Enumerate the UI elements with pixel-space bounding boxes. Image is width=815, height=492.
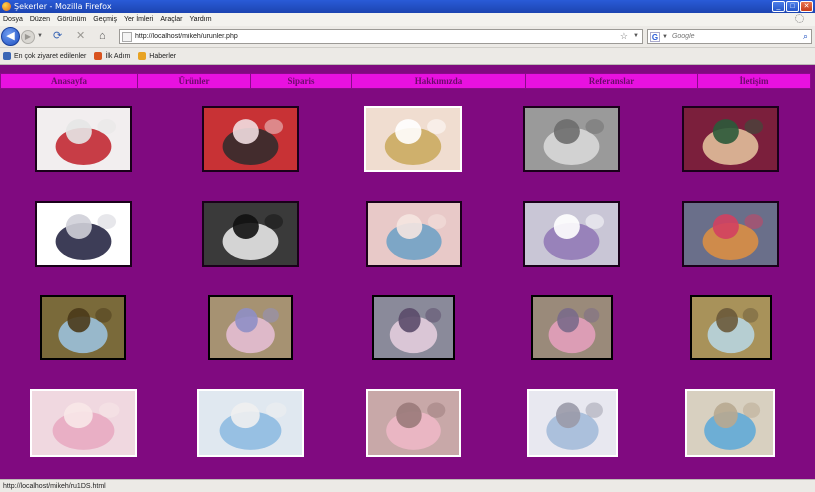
bookmark-folder-icon: [3, 52, 11, 60]
product-photo: [529, 391, 616, 455]
product-photo: [525, 108, 618, 170]
product-photo: [37, 203, 130, 265]
product-photo: [368, 203, 460, 265]
search-bar[interactable]: G ▼ ⌕: [647, 29, 812, 44]
product-thumbnail[interactable]: [202, 106, 299, 172]
bookmark-label: En çok ziyaret edilenler: [14, 52, 87, 60]
product-thumbnail[interactable]: [523, 106, 620, 172]
nav-link-home[interactable]: Anasayfa: [1, 74, 138, 88]
nav-link-order[interactable]: Siparis: [251, 74, 352, 88]
product-photo: [533, 297, 611, 358]
product-thumbnail[interactable]: [690, 295, 772, 360]
product-photo: [374, 297, 453, 358]
product-thumbnail[interactable]: [366, 389, 461, 457]
throbber-icon: [795, 14, 804, 23]
product-photo: [42, 297, 124, 358]
nav-link-about[interactable]: Hakkımızda: [352, 74, 526, 88]
product-thumbnail[interactable]: [35, 106, 132, 172]
product-photo: [37, 108, 130, 170]
menu-item-history[interactable]: Geçmiş: [93, 16, 117, 23]
navigation-toolbar: ◀ ▶ ▼ ⟳ ✕ ⌂ ☆ ▼ G ▼ ⌕: [0, 26, 815, 48]
product-photo: [368, 391, 459, 455]
bookmark-getting-started[interactable]: İlk Adım: [94, 52, 130, 60]
bookmarks-toolbar: En çok ziyaret edilenler İlk Adım Haberl…: [0, 48, 815, 65]
product-thumbnail[interactable]: [527, 389, 618, 457]
product-thumbnail[interactable]: [30, 389, 137, 457]
maximize-button[interactable]: □: [786, 1, 799, 12]
nav-link-references[interactable]: Referanslar: [526, 74, 698, 88]
menu-item-edit[interactable]: Düzen: [30, 16, 50, 23]
product-thumbnail[interactable]: [40, 295, 126, 360]
bookmark-news[interactable]: Haberler: [138, 52, 176, 60]
nav-link-contact[interactable]: İletişim: [698, 74, 810, 88]
product-photo: [684, 108, 777, 170]
back-button[interactable]: ◀: [1, 27, 20, 46]
stop-icon[interactable]: ✕: [76, 30, 85, 42]
history-dropdown-icon[interactable]: ▼: [37, 33, 43, 39]
window-title: Şekerler - Mozilla Firefox: [14, 2, 112, 11]
bookmark-label: İlk Adım: [105, 52, 131, 60]
firefox-icon: [2, 2, 11, 11]
product-thumbnail[interactable]: [35, 201, 132, 267]
rss-feed-icon: [138, 52, 147, 60]
product-thumbnail[interactable]: [531, 295, 613, 360]
close-button[interactable]: ✕: [800, 1, 813, 12]
bookmark-star-icon[interactable]: ☆: [620, 31, 628, 42]
product-photo: [204, 108, 297, 170]
product-photo: [199, 391, 302, 455]
product-photo: [204, 203, 297, 265]
product-photo: [366, 108, 460, 170]
menu-item-help[interactable]: Yardım: [190, 16, 212, 23]
window-controls: _ □ ✕: [772, 1, 813, 12]
address-bar[interactable]: ☆ ▼: [119, 29, 643, 44]
product-thumbnail[interactable]: [685, 389, 775, 457]
site-navigation: Anasayfa Ürünler Siparis Hakkımızda Refe…: [0, 73, 811, 89]
menu-item-tools[interactable]: Araçlar: [160, 16, 182, 23]
page-favicon-icon: [122, 31, 132, 42]
url-dropdown-icon[interactable]: ▼: [633, 33, 639, 39]
product-photo: [687, 391, 773, 455]
product-photo: [210, 297, 291, 358]
product-thumbnail[interactable]: [202, 201, 299, 267]
product-thumbnail[interactable]: [366, 201, 462, 267]
bookmark-label: Haberler: [149, 52, 177, 60]
product-thumbnail[interactable]: [208, 295, 293, 360]
minimize-button[interactable]: _: [772, 1, 785, 12]
status-text: http://localhost/mikeh/ru1DS.html: [3, 482, 106, 490]
forward-button[interactable]: ▶: [21, 30, 35, 44]
product-thumbnail[interactable]: [364, 106, 462, 172]
menu-item-file[interactable]: Dosya: [3, 16, 23, 23]
menu-item-bookmarks[interactable]: Yer İmleri: [124, 16, 153, 23]
product-thumbnail[interactable]: [682, 201, 779, 267]
product-thumbnail[interactable]: [682, 106, 779, 172]
google-engine-icon[interactable]: G: [650, 31, 660, 42]
product-thumbnail[interactable]: [372, 295, 455, 360]
search-input[interactable]: [671, 33, 792, 40]
page-content: Anasayfa Ürünler Siparis Hakkımızda Refe…: [0, 66, 815, 479]
product-thumbnail[interactable]: [197, 389, 304, 457]
product-photo: [32, 391, 135, 455]
search-engine-dropdown-icon[interactable]: ▼: [662, 34, 668, 40]
search-icon[interactable]: ⌕: [803, 31, 808, 42]
nav-link-products[interactable]: Ürünler: [138, 74, 251, 88]
window-titlebar: Şekerler - Mozilla Firefox _ □ ✕: [0, 0, 815, 13]
bookmark-most-visited[interactable]: En çok ziyaret edilenler: [3, 52, 86, 60]
reload-icon[interactable]: ⟳: [53, 30, 62, 42]
url-input[interactable]: [135, 33, 615, 40]
home-icon[interactable]: ⌂: [99, 30, 106, 42]
product-photo: [525, 203, 618, 265]
menu-item-view[interactable]: Görünüm: [57, 16, 86, 23]
product-photo: [692, 297, 770, 358]
menu-bar: Dosya Düzen Görünüm Geçmiş Yer İmleri Ar…: [0, 13, 815, 26]
firefox-bookmark-icon: [94, 52, 103, 60]
product-photo: [684, 203, 777, 265]
status-bar: http://localhost/mikeh/ru1DS.html: [0, 479, 815, 492]
product-thumbnail[interactable]: [523, 201, 620, 267]
